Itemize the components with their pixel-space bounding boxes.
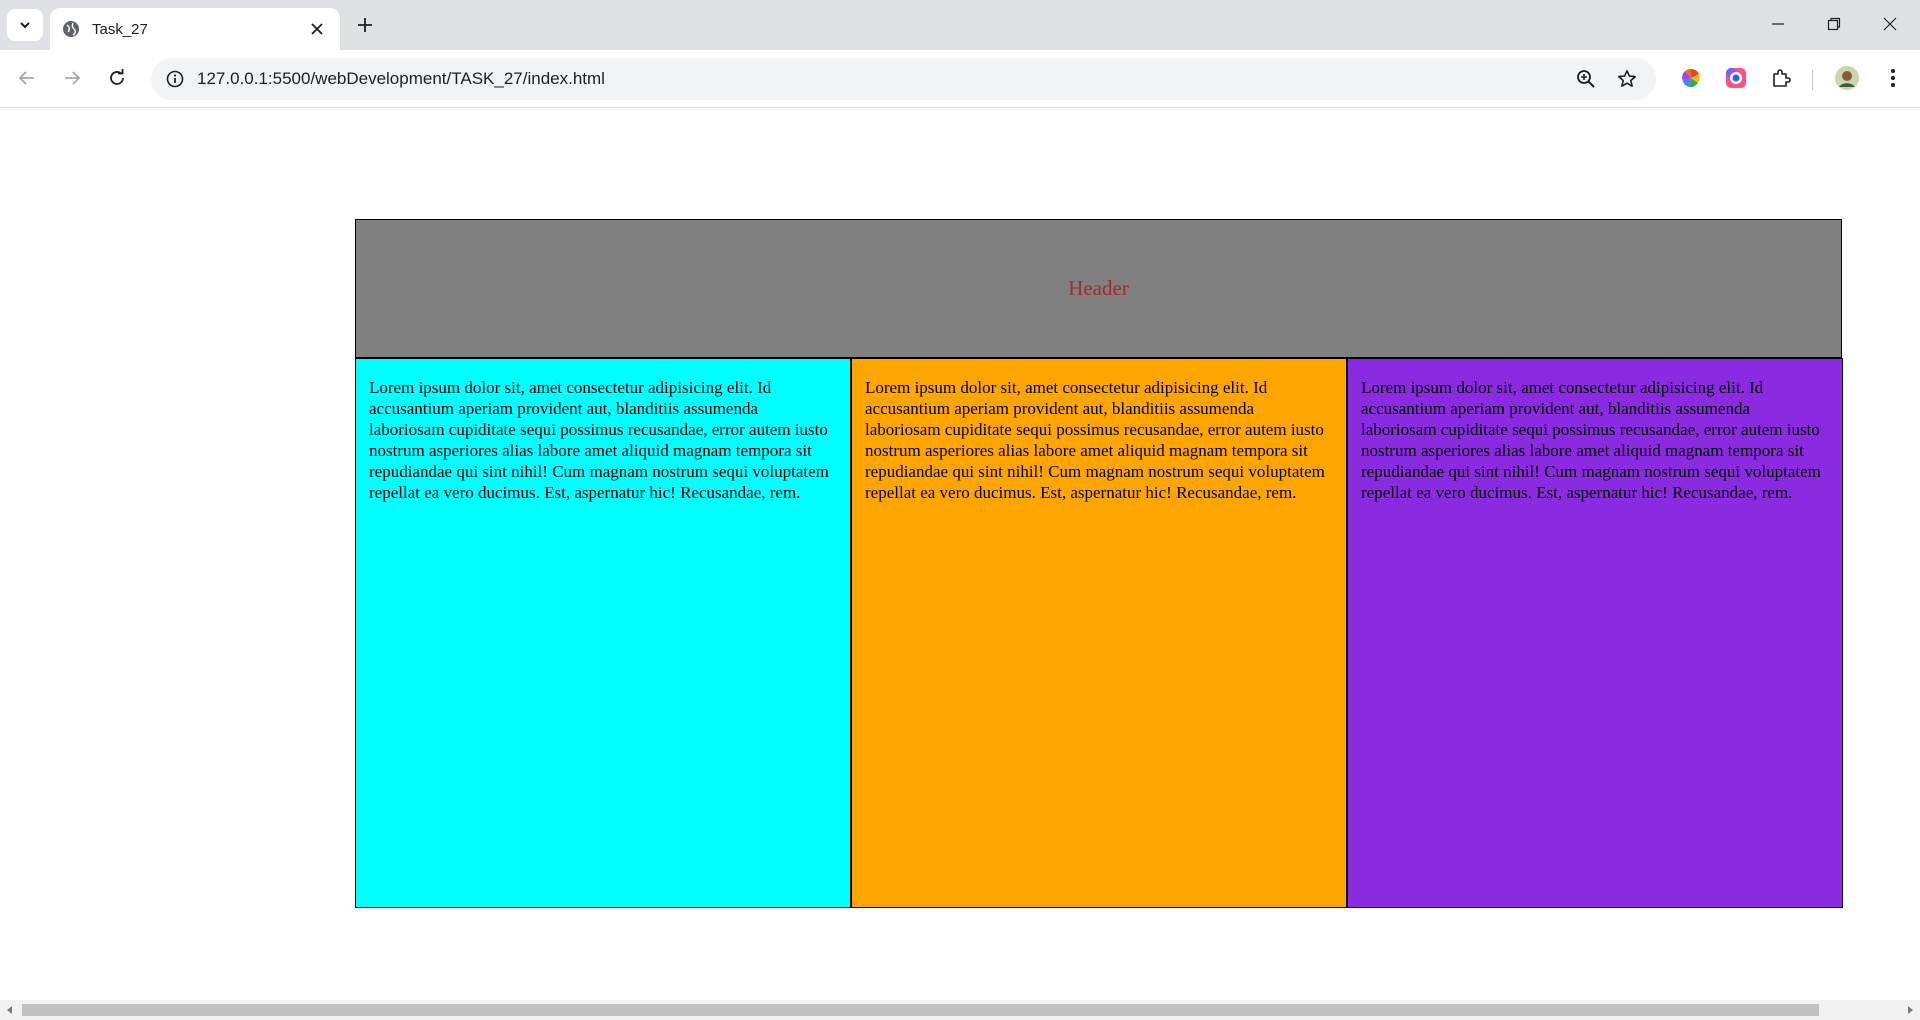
zoom-button[interactable] xyxy=(1570,63,1602,95)
minimize-icon xyxy=(1772,23,1784,25)
star-icon xyxy=(1618,70,1636,87)
puzzle-icon xyxy=(1773,69,1791,87)
column-cyan: Lorem ipsum dolor sit, amet consectetur … xyxy=(355,358,851,908)
bookmark-button[interactable] xyxy=(1611,63,1643,95)
column-purple: Lorem ipsum dolor sit, amet consectetur … xyxy=(1347,358,1843,908)
new-tab-button[interactable] xyxy=(351,11,379,39)
reload-icon xyxy=(110,69,124,85)
columns-row: Lorem ipsum dolor sit, amet consectetur … xyxy=(355,358,1844,908)
tab-title: Task_27 xyxy=(92,20,148,38)
scroll-right-button[interactable] xyxy=(1900,1000,1920,1020)
color-wheel-icon xyxy=(1682,68,1700,88)
address-url[interactable]: 127.0.0.1:5500/webDevelopment/TASK_27/in… xyxy=(197,58,605,100)
horizontal-scrollbar[interactable] xyxy=(0,1000,1920,1020)
forward-arrow-icon xyxy=(65,71,81,85)
extension-screen-button[interactable] xyxy=(1719,61,1753,95)
reload-button[interactable] xyxy=(100,61,134,95)
address-bar[interactable]: 127.0.0.1:5500/webDevelopment/TASK_27/in… xyxy=(151,58,1656,100)
restore-button[interactable] xyxy=(1806,0,1862,48)
back-arrow-icon xyxy=(18,71,34,85)
plus-icon xyxy=(358,18,372,32)
browser-menu-button[interactable] xyxy=(1876,61,1910,95)
tab-active[interactable]: Task_27 xyxy=(50,8,340,50)
kebab-menu-icon xyxy=(1891,69,1895,87)
page-header: Header xyxy=(355,219,1842,358)
scrollbar-thumb[interactable] xyxy=(22,1004,1819,1016)
screen-recorder-icon xyxy=(1726,68,1746,88)
scroll-left-button[interactable] xyxy=(0,1000,20,1020)
caret-left-icon xyxy=(7,1006,12,1014)
close-icon xyxy=(1883,17,1897,31)
info-icon xyxy=(166,70,184,88)
header-text: Header xyxy=(1068,276,1129,300)
page-viewport: Header Lorem ipsum dolor sit, amet conse… xyxy=(0,109,1920,1000)
tab-strip: Task_27 xyxy=(0,0,1920,50)
avatar xyxy=(1835,66,1859,90)
back-button[interactable] xyxy=(10,61,44,95)
chevron-down-icon xyxy=(20,22,30,29)
profile-button[interactable] xyxy=(1830,61,1864,95)
restore-icon xyxy=(1827,17,1841,31)
tab-search-button[interactable] xyxy=(7,9,43,41)
close-window-button[interactable] xyxy=(1862,0,1918,48)
globe-icon xyxy=(62,20,80,38)
column-orange: Lorem ipsum dolor sit, amet consectetur … xyxy=(851,358,1347,908)
caret-right-icon xyxy=(1908,1006,1913,1014)
forward-button[interactable] xyxy=(55,61,89,95)
zoom-icon xyxy=(1577,70,1595,88)
browser-toolbar: 127.0.0.1:5500/webDevelopment/TASK_27/in… xyxy=(0,50,1920,108)
extensions-button[interactable] xyxy=(1764,61,1798,95)
close-icon[interactable] xyxy=(306,18,328,40)
extension-color-button[interactable] xyxy=(1674,61,1708,95)
site-info-button[interactable] xyxy=(159,63,191,95)
toolbar-divider xyxy=(1812,70,1813,90)
minimize-button[interactable] xyxy=(1750,0,1806,48)
page-layout: Header Lorem ipsum dolor sit, amet conse… xyxy=(355,219,1844,908)
